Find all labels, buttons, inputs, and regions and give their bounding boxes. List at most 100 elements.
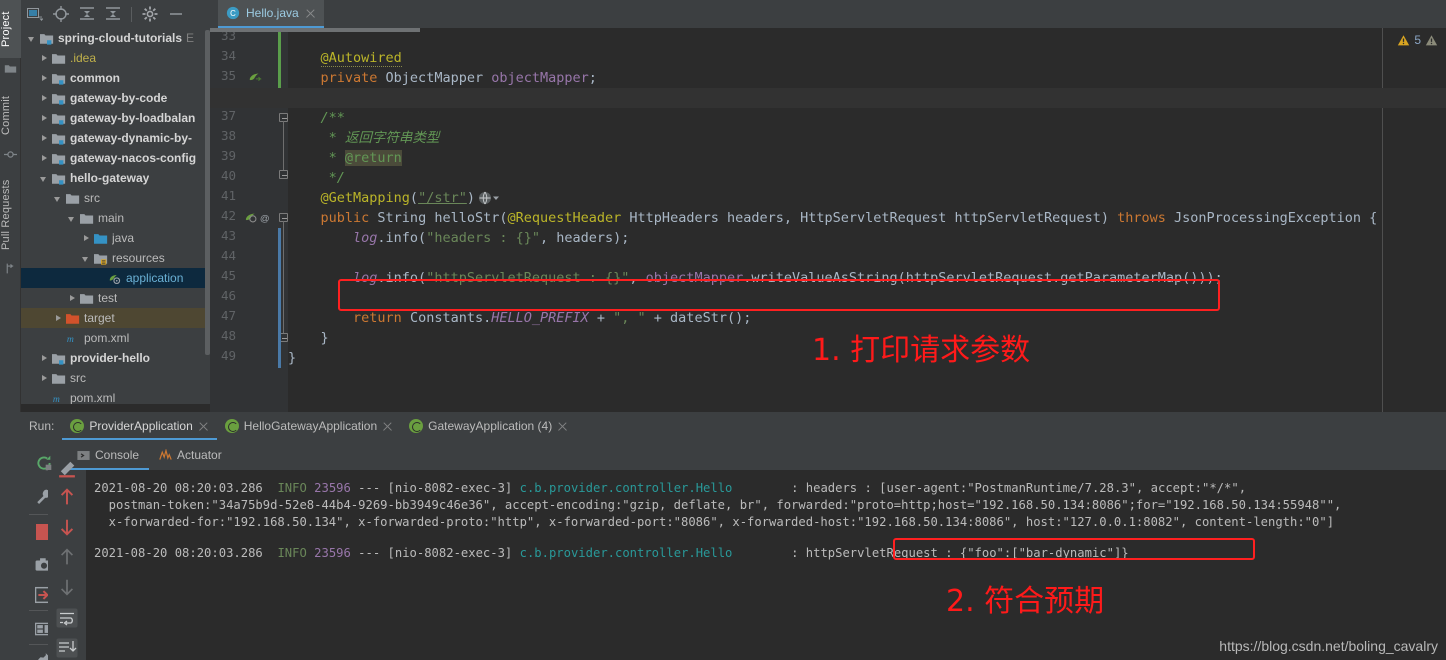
run-tab-providerapplication[interactable]: ProviderApplication	[62, 412, 218, 440]
vcs-modified-marker[interactable]	[278, 228, 281, 368]
code-token: ", "	[613, 310, 646, 326]
code-line[interactable]: @GetMapping("/str")	[288, 188, 475, 208]
chevron-down-icon[interactable]	[67, 213, 78, 224]
chevron-right-icon[interactable]	[39, 113, 50, 124]
hide-window-icon[interactable]	[168, 6, 184, 22]
close-icon[interactable]	[557, 421, 568, 432]
chevron-down-icon[interactable]	[53, 193, 64, 204]
scroll-to-end-icon[interactable]	[56, 638, 78, 658]
code-line[interactable]: return Constants.HELLO_PREFIX + ", " + d…	[288, 308, 751, 328]
gear-icon[interactable]	[142, 6, 158, 22]
tree-item-src[interactable]: src	[21, 188, 210, 208]
editor-horizontal-scrollbar[interactable]	[210, 28, 420, 32]
close-icon[interactable]	[198, 421, 209, 432]
code-line[interactable]: log.info("headers : {}", headers);	[288, 228, 629, 248]
code-line[interactable]: log.info("httpServletRequest : {}", obje…	[288, 268, 1223, 288]
sidebar-item-commit[interactable]: Commit	[0, 86, 21, 144]
code-line[interactable]: */	[288, 168, 345, 188]
tree-item-java[interactable]: java	[21, 228, 210, 248]
tree-item-resources[interactable]: resources	[21, 248, 210, 268]
code-token: "httpServletRequest : {}"	[426, 270, 630, 286]
fold-region-line	[283, 121, 284, 173]
down-arrow-icon[interactable]	[58, 518, 76, 536]
tab-actuator[interactable]: Actuator	[149, 440, 232, 470]
soft-wrap-icon[interactable]	[56, 608, 78, 628]
chevron-down-icon[interactable]	[27, 33, 38, 44]
run-tab-hellogatewayapplication[interactable]: HelloGatewayApplication	[217, 412, 401, 440]
tree-item--idea[interactable]: .idea	[21, 48, 210, 68]
console-token	[263, 481, 278, 495]
code-line[interactable]: }	[288, 328, 329, 348]
sidebar-item-pull-requests[interactable]: Pull Requests	[0, 172, 21, 258]
tree-item-common[interactable]: common	[21, 68, 210, 88]
editor-tab-bar: C Hello.java	[210, 0, 1446, 28]
project-view-selector-icon[interactable]	[27, 6, 43, 22]
chevron-down-icon[interactable]	[81, 253, 92, 264]
chevron-right-icon[interactable]	[39, 53, 50, 64]
code-line[interactable]: * 返回字符串类型	[288, 128, 440, 148]
tree-item-main[interactable]: main	[21, 208, 210, 228]
tree-item-src[interactable]: src	[21, 368, 210, 388]
code-token: */	[288, 170, 345, 186]
code-token: JsonProcessingException {	[1165, 210, 1378, 226]
tree-item-gateway-by-code[interactable]: gateway-by-code	[21, 88, 210, 108]
chevron-right-icon[interactable]	[39, 373, 50, 384]
expand-all-icon[interactable]	[79, 6, 95, 22]
chevron-right-icon[interactable]	[81, 233, 92, 244]
tree-item-application[interactable]: application	[21, 268, 210, 288]
chevron-right-icon[interactable]	[39, 73, 50, 84]
close-icon[interactable]	[382, 421, 393, 432]
tree-item-spring-cloud-tutorials[interactable]: spring-cloud-tutorials E	[21, 28, 210, 48]
chevron-right-icon[interactable]	[67, 293, 78, 304]
sidebar-item-project[interactable]: Project	[0, 0, 21, 58]
request-mapping-gutter-icon[interactable]: @	[244, 211, 274, 225]
tree-item-pom-xml[interactable]: m pom.xml	[21, 328, 210, 348]
console-output[interactable]: 2021-08-20 08:20:03.286 INFO 23596 --- […	[86, 470, 1446, 660]
tree-item-test[interactable]: test	[21, 288, 210, 308]
editor-tab-hello-java[interactable]: C Hello.java	[218, 0, 324, 28]
code-line[interactable]: @Autowired	[288, 48, 402, 68]
locate-icon[interactable]	[53, 6, 69, 22]
chevron-right-icon[interactable]	[39, 353, 50, 364]
code-line[interactable]: /**	[288, 108, 345, 128]
url-mapping-widget-icon[interactable]	[478, 191, 502, 210]
soft-down-arrow-icon[interactable]	[58, 578, 76, 596]
chevron-right-icon[interactable]	[39, 153, 50, 164]
tree-item-target[interactable]: target	[21, 308, 210, 328]
chevron-right-icon[interactable]	[39, 93, 50, 104]
line-number: 45	[220, 268, 236, 283]
inspection-status[interactable]: 5	[1397, 33, 1438, 47]
collapse-all-icon[interactable]	[105, 6, 121, 22]
tab-console[interactable]: Console	[67, 440, 150, 470]
tree-item-gateway-dynamic-by-[interactable]: gateway-dynamic-by-	[21, 128, 210, 148]
close-icon[interactable]	[305, 8, 316, 19]
tree-item-gateway-nacos-config[interactable]: gateway-nacos-config	[21, 148, 210, 168]
console-token: 23596	[314, 546, 351, 560]
tree-item-provider-hello[interactable]: provider-hello	[21, 348, 210, 368]
toolbar-divider	[131, 6, 132, 22]
soft-up-arrow-icon[interactable]	[58, 548, 76, 566]
vcs-added-marker[interactable]	[278, 28, 281, 88]
project-tree[interactable]: spring-cloud-tutorials E .idea common gatewa…	[21, 28, 210, 412]
spring-boot-icon	[70, 419, 85, 433]
code-token: public	[320, 210, 370, 226]
chevron-down-icon[interactable]	[39, 173, 50, 184]
spring-bean-gutter-icon[interactable]	[248, 71, 262, 85]
code-line[interactable]: }	[288, 348, 296, 368]
run-tab-gatewayapplication[interactable]: GatewayApplication (4)	[401, 412, 576, 440]
chevron-right-icon[interactable]	[53, 313, 64, 324]
tree-item-label: gateway-by-loadbalan	[70, 111, 196, 125]
chevron-right-icon[interactable]	[39, 133, 50, 144]
edit-pencil-icon[interactable]	[58, 460, 76, 478]
fold-toggle-icon[interactable]	[279, 170, 288, 179]
console-token: postman-token:"34a75b9d-52e8-44b4-9269-b…	[94, 498, 1342, 512]
tree-item-gateway-by-loadbalan[interactable]: gateway-by-loadbalan	[21, 108, 210, 128]
code-line[interactable]: public String helloStr(@RequestHeader Ht…	[288, 208, 1378, 228]
tree-item-hello-gateway[interactable]: hello-gateway	[21, 168, 210, 188]
up-arrow-icon[interactable]	[58, 488, 76, 506]
code-line[interactable]: private ObjectMapper objectMapper;	[288, 68, 597, 88]
folder-icon	[80, 292, 94, 305]
code-line[interactable]: * @return	[288, 148, 402, 168]
editor-gutter[interactable]: 3334353637383940414243444546474849@	[210, 28, 278, 412]
